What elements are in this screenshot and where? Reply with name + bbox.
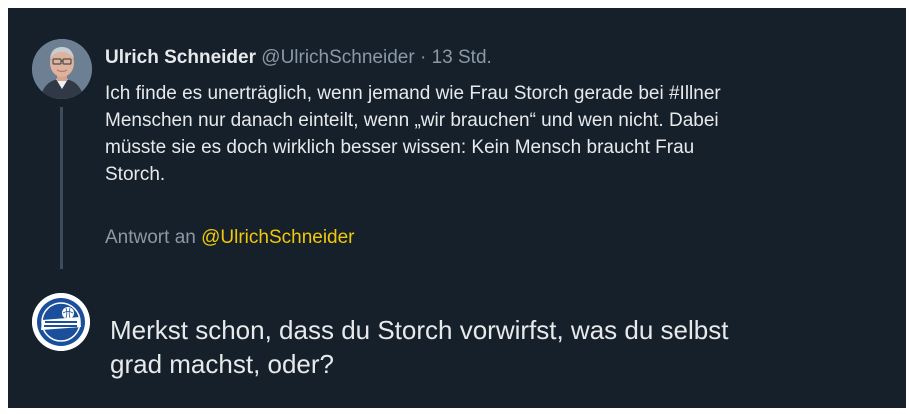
reply-context-handle[interactable]: @UlrichSchneider xyxy=(201,227,354,248)
user-portrait-icon xyxy=(32,39,92,99)
tweet-header: Ulrich Schneider @UlrichSchneider · 13 S… xyxy=(105,46,492,70)
reply-context-prefix: Antwort an xyxy=(105,227,196,248)
reply-text: Merkst schon, dass du Storch vorwirfst, … xyxy=(110,315,729,379)
tweet-text: Ich finde es unerträglich, wenn jemand w… xyxy=(105,83,721,185)
author-avatar[interactable] xyxy=(32,39,92,99)
author-handle[interactable]: @UlrichSchneider xyxy=(261,47,414,68)
tweet-thread-panel: Ulrich Schneider @UlrichSchneider · 13 S… xyxy=(8,8,906,408)
team-logo-icon xyxy=(32,293,90,351)
thread-connector-line xyxy=(60,107,63,269)
author-name[interactable]: Ulrich Schneider xyxy=(105,47,256,68)
reply-context: Antwort an @UlrichSchneider xyxy=(105,226,355,250)
header-separator: · xyxy=(419,47,427,68)
tweet-timestamp[interactable]: 13 Std. xyxy=(432,47,492,68)
reply-avatar[interactable] xyxy=(32,293,90,351)
